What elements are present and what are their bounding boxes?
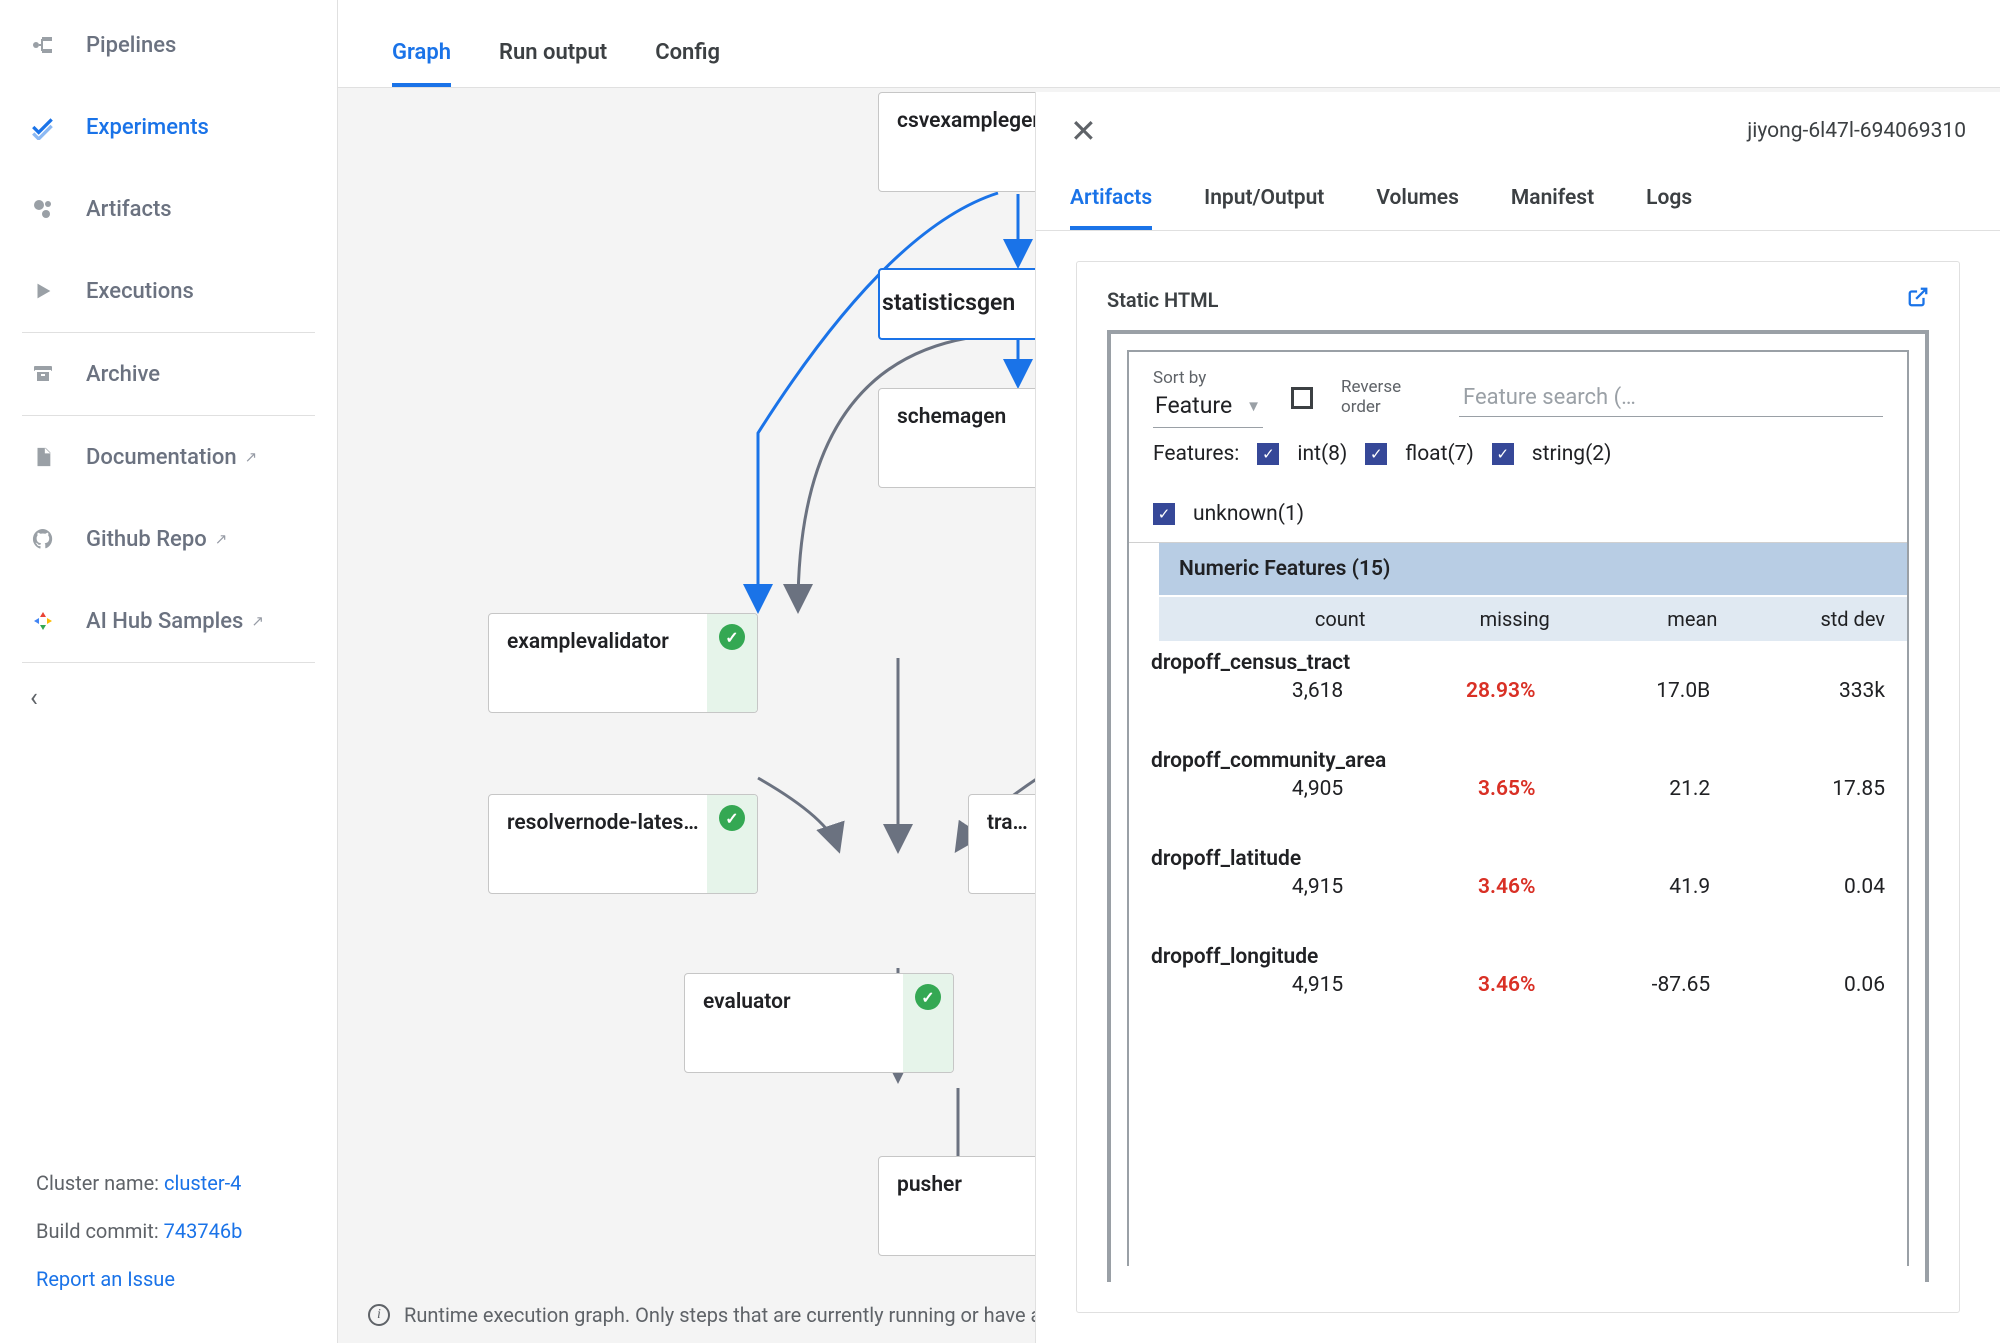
info-icon: i: [368, 1304, 390, 1326]
node-pusher[interactable]: pusher: [878, 1156, 1053, 1256]
cluster-label: Cluster name:: [36, 1171, 164, 1195]
type-string-label: string(2): [1532, 442, 1612, 466]
status-success: ✓: [707, 795, 757, 893]
filter-controls: Sort by Feature▼ Reverse order Feature s…: [1129, 352, 1907, 543]
panel-tabs: Artifacts Input/Output Volumes Manifest …: [1036, 170, 2000, 231]
github-icon: [30, 526, 56, 552]
cluster-link[interactable]: cluster-4: [164, 1171, 241, 1195]
feature-search-input[interactable]: Feature search (…: [1459, 379, 1883, 417]
sidebar-footer: Cluster name: cluster-4 Build commit: 74…: [0, 1159, 337, 1343]
card-title: Static HTML: [1107, 288, 1218, 312]
doc-icon: [30, 444, 56, 470]
chevron-down-icon: ▼: [1246, 397, 1261, 415]
status-success: ✓: [707, 614, 757, 712]
check-icon: ✓: [915, 984, 941, 1010]
status-success: ✓: [903, 974, 953, 1072]
nav-experiments[interactable]: Experiments: [0, 86, 337, 168]
type-string-checkbox[interactable]: ✓: [1492, 443, 1514, 465]
main: Graph Run output Config csvexampleg: [338, 0, 2000, 1343]
panel-tab-artifacts[interactable]: Artifacts: [1070, 170, 1152, 230]
nav-label: Github Repo: [86, 527, 207, 552]
tab-config[interactable]: Config: [655, 40, 720, 87]
col-count: count: [1181, 607, 1365, 631]
nav-label: Documentation: [86, 445, 237, 470]
features-label: Features:: [1153, 442, 1239, 466]
tab-run-output[interactable]: Run output: [499, 40, 607, 87]
experiments-icon: [30, 114, 56, 140]
footnote-text: Runtime execution graph. Only steps that…: [404, 1303, 1041, 1327]
table-header: count missing mean std dev: [1159, 595, 1907, 641]
pipeline-icon: [30, 32, 56, 58]
check-icon: ✓: [719, 805, 745, 831]
archive-icon: [30, 361, 56, 387]
artifact-card: Static HTML Sort by Feature▼: [1076, 261, 1960, 1313]
tab-graph[interactable]: Graph: [392, 40, 451, 87]
main-tabs: Graph Run output Config: [338, 0, 2000, 88]
sidebar: Pipelines Experiments Artifacts Executio…: [0, 0, 338, 1343]
build-link[interactable]: 743746b: [164, 1219, 243, 1243]
reverse-order-label: Reverse order: [1341, 378, 1431, 417]
nav-label: Experiments: [86, 115, 209, 140]
panel-tab-volumes[interactable]: Volumes: [1376, 170, 1459, 230]
feature-name: dropoff_census_tract: [1151, 651, 1885, 675]
feature-name: dropoff_latitude: [1151, 847, 1885, 871]
type-unknown-label: unknown(1): [1193, 502, 1304, 526]
aihub-icon: [30, 608, 56, 634]
type-int-checkbox[interactable]: ✓: [1257, 443, 1279, 465]
check-icon: ✓: [719, 624, 745, 650]
nav-label: Archive: [86, 362, 160, 387]
panel-tab-manifest[interactable]: Manifest: [1511, 170, 1594, 230]
feature-row: dropoff_community_area 4,9053.65%21.217.…: [1129, 739, 1907, 837]
node-evaluator[interactable]: evaluator✓: [684, 973, 954, 1073]
play-icon: [30, 278, 56, 304]
sort-by-label: Sort by: [1153, 368, 1263, 388]
sort-select[interactable]: Feature▼: [1153, 388, 1263, 428]
external-icon: ↗: [251, 612, 264, 630]
type-float-checkbox[interactable]: ✓: [1365, 443, 1387, 465]
feature-row: dropoff_latitude 4,9153.46%41.90.04: [1129, 837, 1907, 935]
nav-label: AI Hub Samples: [86, 609, 243, 634]
report-issue-link[interactable]: Report an Issue: [36, 1267, 175, 1291]
nav-label: Artifacts: [86, 197, 172, 222]
external-icon: ↗: [245, 448, 258, 466]
nav-executions[interactable]: Executions: [0, 250, 337, 332]
nav-artifacts[interactable]: Artifacts: [0, 168, 337, 250]
panel-tab-io[interactable]: Input/Output: [1204, 170, 1324, 230]
col-mean: mean: [1550, 607, 1718, 631]
feature-name: dropoff_longitude: [1151, 945, 1885, 969]
type-int-label: int(8): [1297, 442, 1347, 466]
nav-github[interactable]: Github Repo ↗: [0, 498, 337, 580]
table-section-title: Numeric Features (15): [1159, 543, 1907, 595]
nav-aihub[interactable]: AI Hub Samples ↗: [0, 580, 337, 662]
nav-pipelines[interactable]: Pipelines: [0, 4, 337, 86]
node-resolvernode[interactable]: resolvernode-lates…✓: [488, 794, 758, 894]
feature-name: dropoff_community_area: [1151, 749, 1885, 773]
panel-tab-logs[interactable]: Logs: [1646, 170, 1692, 230]
feature-row: dropoff_census_tract 3,61828.93%17.0B333…: [1129, 641, 1907, 739]
collapse-sidebar-button[interactable]: ‹: [0, 663, 337, 733]
type-unknown-checkbox[interactable]: ✓: [1153, 503, 1175, 525]
details-panel: ✕ jiyong-6l47l-694069310 Artifacts Input…: [1035, 92, 2000, 1343]
nav-archive[interactable]: Archive: [0, 333, 337, 415]
nav-documentation[interactable]: Documentation ↗: [0, 416, 337, 498]
external-icon: ↗: [215, 530, 228, 548]
run-id: jiyong-6l47l-694069310: [1747, 119, 1966, 143]
node-examplevalidator[interactable]: examplevalidator✓: [488, 613, 758, 713]
build-label: Build commit:: [36, 1219, 164, 1243]
feature-row: dropoff_longitude 4,9153.46%-87.650.06: [1129, 935, 1907, 1033]
close-panel-button[interactable]: ✕: [1070, 112, 1097, 150]
artifacts-icon: [30, 196, 56, 222]
col-std: std dev: [1717, 607, 1885, 631]
nav-label: Pipelines: [86, 33, 176, 58]
col-missing: missing: [1365, 607, 1549, 631]
type-float-label: float(7): [1405, 442, 1474, 466]
open-in-new-icon[interactable]: [1907, 286, 1929, 314]
nav-label: Executions: [86, 279, 194, 304]
footnote: i Runtime execution graph. Only steps th…: [368, 1303, 1041, 1327]
reverse-order-checkbox[interactable]: [1291, 387, 1313, 409]
